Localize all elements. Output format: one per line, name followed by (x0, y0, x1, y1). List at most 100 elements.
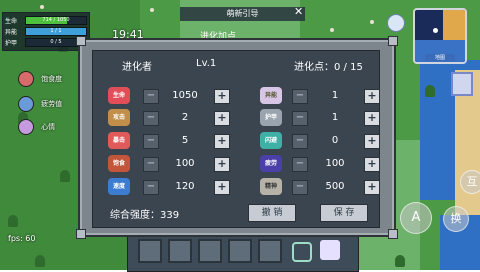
hp-minus-button[interactable]: − (143, 89, 159, 104)
stat-row-crit: 暴击 − 5 + (108, 132, 248, 149)
mood-label: 心情 (41, 122, 56, 131)
fatigue-plus-button[interactable]: + (364, 157, 380, 172)
dialog-corner (388, 36, 398, 46)
flower (40, 5, 44, 9)
armor-plus-button[interactable]: + (364, 111, 380, 126)
hunger-minus-button[interactable]: − (143, 157, 159, 172)
shop-icon[interactable] (451, 72, 473, 96)
tree (8, 215, 18, 227)
armor-label: 护甲 (5, 39, 18, 47)
search-icon[interactable] (387, 14, 405, 32)
stat-row-spirit: 精神 − 500 + (260, 178, 385, 195)
armor-minus-button[interactable]: − (292, 111, 308, 126)
hp-value: 1050 (172, 90, 198, 101)
hp-row: 生命 714 / 1050 (5, 15, 87, 25)
hotbar-slot[interactable] (198, 239, 222, 263)
attack-minus-button[interactable]: − (143, 111, 159, 126)
minimap-label: 地图 (425, 54, 455, 61)
hp-plus-button[interactable]: + (214, 89, 230, 104)
dialog-corner (76, 229, 86, 239)
hotbar-slot[interactable] (168, 239, 192, 263)
fatigue-label: 疲劳值 (41, 99, 63, 108)
hunger-stat-icon: 饱食 (108, 155, 130, 172)
stat-row-fatigue: 疲劳 − 100 + (260, 155, 385, 172)
overall-strength: 综合强度：339 (110, 210, 180, 221)
fps-counter: fps: 60 (8, 234, 36, 243)
crit-value: 5 (181, 135, 189, 146)
spirit-minus-button[interactable]: − (292, 180, 308, 195)
tree (35, 255, 45, 267)
level-label: Lv.1 (196, 58, 217, 69)
hp-icon: 生命 (108, 87, 130, 104)
speed-plus-button[interactable]: + (214, 180, 230, 195)
fatigue-value: 100 (325, 158, 345, 169)
armor-value: 1 (331, 112, 339, 123)
dodge-plus-button[interactable]: + (364, 134, 380, 149)
swap-button[interactable]: 换 (443, 206, 469, 232)
hunger-value: 100 (175, 158, 195, 169)
save-button[interactable]: 保 存 (320, 204, 368, 222)
hotbar-slot[interactable] (138, 239, 162, 263)
player-marker-icon (433, 28, 438, 33)
energy-minus-button[interactable]: − (292, 89, 308, 104)
stat-row-speed: 速度 − 120 + (108, 178, 248, 195)
flower (150, 8, 154, 12)
hunger-plus-button[interactable]: + (214, 157, 230, 172)
guide-title: 萌新引导 (180, 7, 305, 21)
speed-minus-button[interactable]: − (143, 180, 159, 195)
undo-button[interactable]: 撤 销 (248, 204, 296, 222)
stat-row-attack: 攻击 − 2 + (108, 109, 248, 126)
close-guide-icon[interactable]: ✕ (294, 5, 303, 18)
attack-plus-button[interactable]: + (214, 111, 230, 126)
tree (425, 85, 435, 97)
stat-row-hp: 生命 − 1050 + (108, 87, 248, 104)
hp-label: 生命 (5, 17, 18, 25)
energy-row: 异能 1 / 1 (5, 26, 87, 36)
spirit-value: 500 (325, 181, 345, 192)
speed-icon: 速度 (108, 178, 130, 195)
backpack-icon[interactable] (292, 242, 312, 262)
crit-minus-button[interactable]: − (143, 134, 159, 149)
hunger-indicator[interactable]: 饱食度 (18, 68, 62, 87)
flower (330, 28, 334, 32)
dodge-minus-button[interactable]: − (292, 134, 308, 149)
energy-bar: 1 / 1 (25, 26, 87, 36)
crit-plus-button[interactable]: + (214, 134, 230, 149)
stat-row-dodge: 闪避 − 0 + (260, 132, 385, 149)
hotbar-slot[interactable] (258, 239, 282, 263)
attack-button[interactable]: A (400, 202, 432, 234)
evolution-points: 进化点：0 / 15 (294, 62, 363, 73)
hotbar (127, 233, 359, 272)
fatigue-stat-icon: 疲劳 (260, 155, 282, 172)
hp-value: 714 / 1050 (42, 16, 70, 23)
minimap[interactable]: 地图 (413, 8, 467, 64)
mood-icon (18, 118, 34, 135)
interact-button[interactable]: 互 (460, 170, 480, 194)
dodge-icon: 闪避 (260, 132, 282, 149)
armor-icon: 护甲 (260, 109, 282, 126)
hotbar-slot[interactable] (228, 239, 252, 263)
crit-icon: 暴击 (108, 132, 130, 149)
dodge-value: 0 (331, 135, 339, 146)
speed-value: 120 (175, 181, 195, 192)
energy-label: 异能 (5, 28, 18, 36)
fatigue-minus-button[interactable]: − (292, 157, 308, 172)
fatigue-indicator[interactable]: 疲劳值 (18, 93, 62, 112)
armor-row: 护甲 0 / 5 (5, 37, 87, 47)
energy-value: 1 / 1 (50, 27, 62, 34)
energy-plus-button[interactable]: + (364, 89, 380, 104)
evolver-label: 进化者 (122, 62, 152, 73)
hunger-label: 饱食度 (41, 74, 63, 83)
tree (60, 170, 70, 182)
dialog-corner (388, 229, 398, 239)
minimap-land (443, 10, 465, 40)
mood-indicator[interactable]: 心情 (18, 116, 55, 135)
attack-icon: 攻击 (108, 109, 130, 126)
fatigue-icon (18, 95, 34, 112)
energy-icon: 异能 (260, 87, 282, 104)
spirit-icon: 精神 (260, 178, 282, 195)
energy-value: 1 (331, 90, 339, 101)
dialog-corner (76, 36, 86, 46)
build-icon[interactable] (320, 240, 340, 260)
spirit-plus-button[interactable]: + (364, 180, 380, 195)
